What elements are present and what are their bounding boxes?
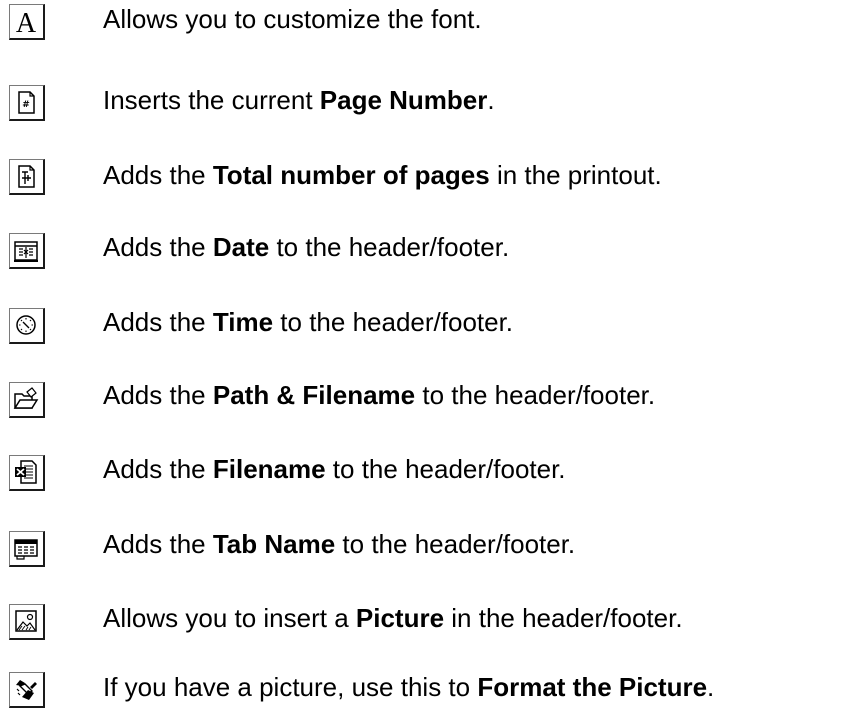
list-item: Adds the Date to the header/footer. (0, 214, 862, 274)
filename-button[interactable] (9, 455, 45, 491)
list-item: Adds the Path & Filename to the header/f… (0, 362, 862, 422)
tab-name-button[interactable] (9, 531, 45, 567)
item-text: Adds the Total number of pages in the pr… (103, 158, 662, 192)
item-text-bold: Date (212, 232, 270, 262)
item-text: Allows you to customize the font. (103, 2, 482, 36)
item-text: Adds the Path & Filename to the header/f… (103, 378, 655, 412)
list-item: Adds the Total number of pages in the pr… (0, 140, 862, 200)
format-picture-button[interactable] (9, 672, 45, 708)
filename-icon (15, 460, 37, 484)
list-item: Adds the Filename to the header/footer. (0, 436, 862, 496)
item-text-post: to the header/footer. (273, 307, 514, 337)
item-text-pre: If you have a picture, use this to (103, 672, 478, 702)
item-text: Adds the Tab Name to the header/footer. (103, 527, 575, 561)
item-text-bold: Path & Filename (212, 380, 416, 410)
insert-picture-button[interactable] (9, 604, 45, 640)
picture-icon (15, 610, 37, 632)
item-text-post: . (707, 672, 715, 702)
item-text-pre: Adds the (103, 454, 213, 484)
page-number-icon: # (18, 91, 35, 114)
list-item: A Allows you to customize the font. (0, 0, 862, 60)
item-text: Allows you to insert a Picture in the he… (103, 601, 683, 635)
date-button[interactable] (9, 233, 45, 269)
item-text-post: to the header/footer. (269, 232, 510, 262)
time-button[interactable] (9, 308, 45, 344)
item-text-pre: Adds the (103, 232, 213, 262)
date-icon (14, 241, 38, 262)
font-button[interactable]: A (9, 4, 45, 40)
item-text: If you have a picture, use this to Forma… (103, 670, 714, 704)
item-text: Inserts the current Page Number. (103, 83, 495, 117)
item-text-pre: Allows you to customize the font. (103, 4, 482, 34)
item-text-pre: Allows you to insert a (103, 603, 356, 633)
page-number-button[interactable]: # (9, 85, 45, 121)
item-text-post: to the header/footer. (415, 380, 656, 410)
svg-text:A: A (16, 8, 37, 37)
item-text-bold: Page Number (319, 85, 488, 115)
item-text-pre: Adds the (103, 160, 213, 190)
total-pages-button[interactable] (9, 159, 45, 195)
item-text-pre: Adds the (103, 529, 213, 559)
item-text-post: . (487, 85, 495, 115)
item-text: Adds the Date to the header/footer. (103, 230, 509, 264)
item-text-post: in the header/footer. (444, 603, 683, 633)
svg-text:#: # (22, 100, 30, 110)
item-text: Adds the Filename to the header/footer. (103, 452, 566, 486)
total-pages-icon (18, 165, 35, 188)
item-text-pre: Adds the (103, 380, 213, 410)
item-text-post: to the header/footer. (325, 454, 566, 484)
list-item: Adds the Tab Name to the header/footer. (0, 510, 862, 570)
tab-name-icon (14, 539, 38, 560)
item-text-bold: Tab Name (212, 529, 336, 559)
item-text-bold: Format the Picture (477, 672, 708, 702)
item-text-bold: Picture (355, 603, 445, 633)
item-text-bold: Total number of pages (212, 160, 490, 190)
item-text-post: to the header/footer. (335, 529, 576, 559)
item-text-bold: Time (212, 307, 274, 337)
font-icon: A (16, 8, 37, 37)
path-filename-button[interactable] (9, 382, 45, 418)
list-item: Adds the Time to the header/footer. (0, 288, 862, 348)
item-text: Adds the Time to the header/footer. (103, 305, 513, 339)
path-filename-icon (13, 387, 39, 409)
item-text-post: in the printout. (489, 160, 662, 190)
item-text-bold: Filename (212, 454, 326, 484)
list-item: Allows you to insert a Picture in the he… (0, 584, 862, 644)
list-item: # Inserts the current Page Number. (0, 66, 862, 126)
format-picture-icon (16, 680, 37, 700)
time-icon (16, 315, 36, 335)
item-text-pre: Adds the (103, 307, 213, 337)
list-item: If you have a picture, use this to Forma… (0, 656, 862, 716)
item-text-pre: Inserts the current (103, 85, 320, 115)
